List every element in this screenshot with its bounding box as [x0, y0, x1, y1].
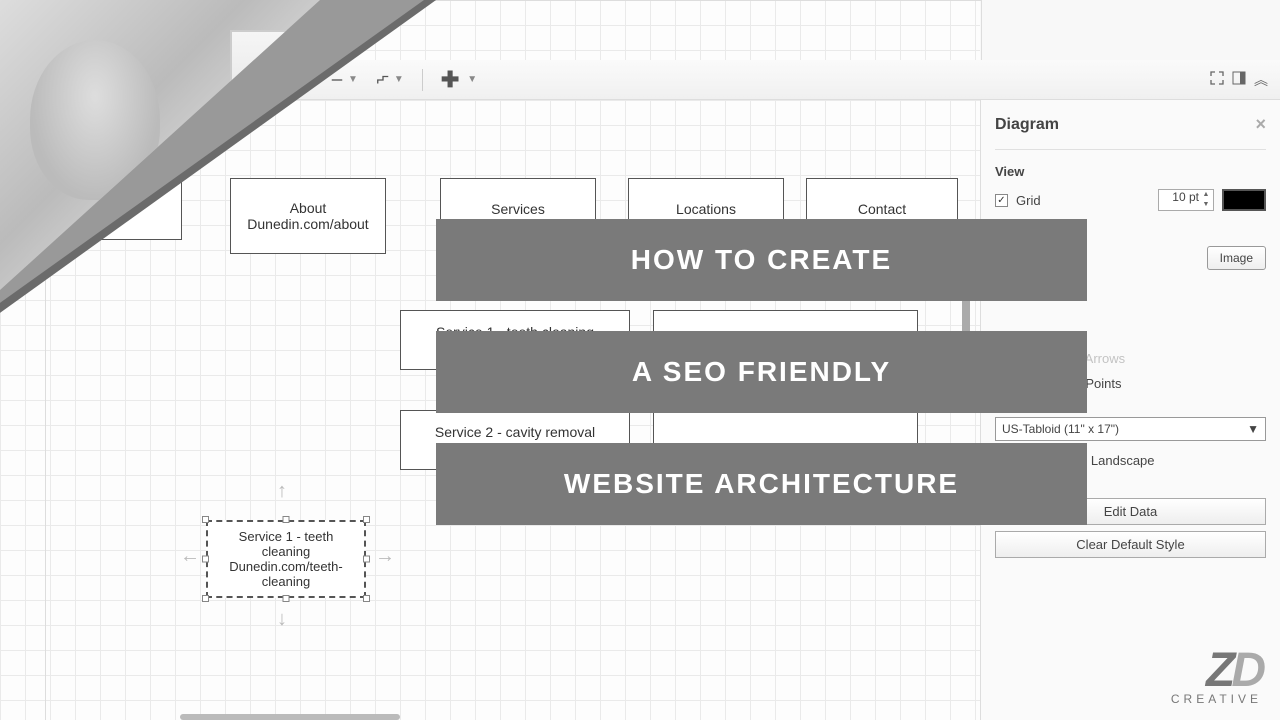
suggest-arrow-down-icon[interactable]: ↓	[277, 608, 287, 631]
paper-size-select[interactable]: US-Tabloid (11" x 17")▼	[995, 417, 1266, 441]
node-url: Dunedin.com/teeth-cleaning	[216, 559, 356, 589]
grid-color-swatch[interactable]	[1222, 189, 1266, 211]
fullscreen-icon[interactable]	[1210, 71, 1224, 90]
suggest-arrow-up-icon[interactable]: ↑	[277, 480, 287, 503]
node-selected[interactable]: Service 1 - teeth cleaning Dunedin.com/t…	[206, 520, 366, 598]
grid-checkbox[interactable]	[995, 194, 1008, 207]
node-title: Services	[491, 201, 545, 217]
node-title: Locations	[676, 201, 736, 217]
grid-size-input[interactable]: 10 pt ▲▼	[1158, 189, 1214, 211]
close-icon[interactable]: ×	[1255, 114, 1266, 135]
suggest-arrow-left-icon[interactable]: ←	[180, 545, 200, 568]
clear-style-button[interactable]: Clear Default Style	[995, 531, 1266, 558]
chevron-down-icon: ▼	[1247, 422, 1259, 436]
overlay-line-3: Website Architecture	[436, 443, 1087, 525]
node-title: Service 2 - cavity removal	[435, 424, 595, 440]
node-title: Contact	[858, 201, 906, 217]
overlay-line-1: How to create	[436, 219, 1087, 301]
suggest-arrow-right-icon[interactable]: →	[375, 545, 395, 568]
vertical-scrollbar[interactable]	[962, 295, 970, 335]
format-panel-toggle-icon[interactable]	[1232, 71, 1246, 90]
section-view: View	[995, 164, 1266, 179]
image-button[interactable]: Image	[1207, 246, 1266, 270]
grid-label: Grid	[1016, 193, 1150, 208]
overlay-line-2: A SEO Friendly	[436, 331, 1087, 413]
panel-title: Diagram	[995, 116, 1059, 134]
horizontal-scrollbar[interactable]	[180, 714, 400, 720]
collapse-icon[interactable]: ︽	[1254, 70, 1268, 90]
node-title: Service 1 - teeth cleaning	[216, 529, 356, 559]
brand-logo: ZD CREATIVE	[1171, 652, 1262, 706]
